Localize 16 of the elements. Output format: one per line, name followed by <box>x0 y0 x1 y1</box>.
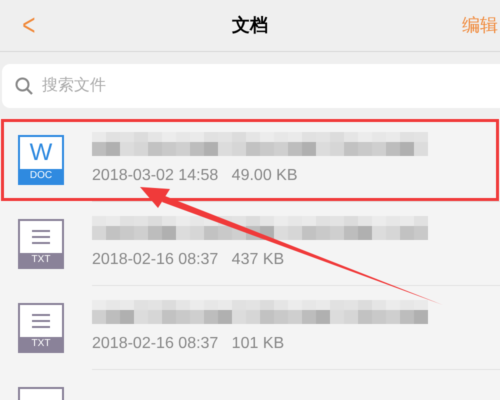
search-input[interactable]: 搜索文件 <box>42 74 249 98</box>
file-type-letter: W <box>28 138 54 168</box>
search-icon <box>14 76 34 96</box>
file-row[interactable]: W DOC 2018-03-02 14:58 49.00 KB <box>0 118 500 202</box>
search-field[interactable]: 搜索文件 <box>2 64 500 108</box>
file-row[interactable]: TXT 2018-02-16 08:37 437 KB <box>0 202 500 286</box>
file-row[interactable]: TXT 2018-02-16 08:37 101 KB <box>0 286 500 370</box>
file-type-label: DOC <box>20 169 62 183</box>
edit-button[interactable]: 编辑 <box>462 12 500 39</box>
file-type-label: TXT <box>20 253 62 267</box>
file-meta: 2018-02-16 08:37 437 KB <box>92 250 286 270</box>
back-button[interactable]: < <box>22 10 36 40</box>
file-meta: 2018-02-16 08:37 101 KB <box>92 334 286 354</box>
file-type-label: TXT <box>20 337 62 351</box>
file-meta: 2018-03-02 14:58 49.00 KB <box>92 166 298 186</box>
page-title: 文档 <box>232 14 268 37</box>
